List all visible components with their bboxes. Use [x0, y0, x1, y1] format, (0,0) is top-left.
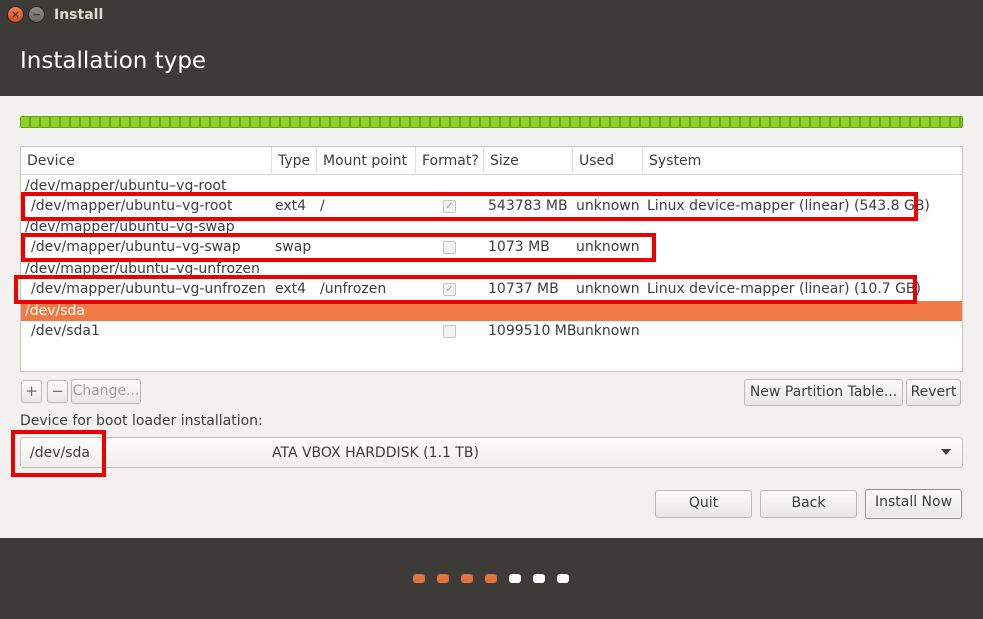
main-panel: Device Type Mount point Format? Size Use…: [0, 96, 983, 538]
disk-usage-bar: [20, 116, 963, 128]
table-row[interactable]: /dev/sda1 1099510 MB unknown: [21, 321, 962, 342]
change-partition-button[interactable]: Change...: [71, 379, 141, 404]
step-dot-complete: [413, 574, 425, 583]
cell-used: unknown: [576, 239, 640, 255]
cell-mount: /: [320, 198, 325, 214]
cell-used: unknown: [576, 281, 640, 297]
table-row[interactable]: /dev/mapper/ubuntu–vg-root ext4 / ✓ 5437…: [21, 196, 962, 217]
cell-device: /dev/sda1: [31, 323, 100, 339]
step-dot-complete: [485, 574, 497, 583]
step-dot-pending: [533, 574, 545, 583]
table-group-row-selected[interactable]: /dev/sda: [21, 301, 962, 321]
cell-type: swap: [275, 239, 312, 255]
partition-table: Device Type Mount point Format? Size Use…: [20, 146, 963, 372]
step-dot-complete: [461, 574, 473, 583]
cell-size: 1099510 MB: [488, 323, 577, 339]
page-header: Installation type: [0, 30, 983, 96]
column-header-type[interactable]: Type: [272, 147, 317, 175]
table-group-row[interactable]: /dev/mapper/ubuntu–vg-swap: [21, 217, 962, 237]
bootloader-device-select[interactable]: /dev/sda ATA VBOX HARDDISK (1.1 TB): [20, 437, 963, 468]
format-checkbox[interactable]: ✓: [443, 200, 456, 213]
step-dot-pending: [509, 574, 521, 583]
remove-partition-button[interactable]: −: [47, 380, 68, 403]
window-titlebar: × − Install: [0, 0, 983, 30]
cell-used: unknown: [576, 323, 640, 339]
cell-used: unknown: [576, 198, 640, 214]
window-title: Install: [54, 7, 104, 23]
chevron-down-icon: [941, 449, 951, 455]
cell-device: /dev/mapper/ubuntu–vg-swap: [31, 239, 241, 255]
format-checkbox[interactable]: ✓: [443, 283, 456, 296]
bootloader-device-description: ATA VBOX HARDDISK (1.1 TB): [272, 445, 479, 461]
minimize-icon[interactable]: −: [28, 6, 45, 23]
cell-type: ext4: [275, 198, 307, 214]
step-dot-complete: [437, 574, 449, 583]
new-partition-table-button[interactable]: New Partition Table...: [744, 379, 903, 406]
step-indicator-bar: [0, 538, 983, 619]
table-row[interactable]: /dev/mapper/ubuntu–vg-swap swap 1073 MB …: [21, 237, 962, 258]
add-partition-button[interactable]: +: [21, 380, 42, 403]
table-header: Device Type Mount point Format? Size Use…: [21, 147, 962, 175]
cell-system: Linux device-mapper (linear) (10.7 GB): [647, 281, 921, 297]
quit-button[interactable]: Quit: [655, 490, 752, 518]
format-checkbox[interactable]: [443, 325, 456, 338]
bootloader-label: Device for boot loader installation:: [20, 413, 263, 429]
table-row[interactable]: /dev/mapper/ubuntu–vg-unfrozen ext4 /unf…: [21, 279, 962, 300]
step-dot-pending: [557, 574, 569, 583]
column-header-device[interactable]: Device: [21, 147, 272, 175]
cell-system: Linux device-mapper (linear) (543.8 GB): [647, 198, 930, 214]
cell-size: 543783 MB: [488, 198, 568, 214]
table-group-row[interactable]: /dev/mapper/ubuntu–vg-unfrozen: [21, 259, 962, 279]
revert-button[interactable]: Revert: [906, 379, 961, 406]
cell-mount: /unfrozen: [320, 281, 387, 297]
cell-size: 10737 MB: [488, 281, 559, 297]
bootloader-device-value: /dev/sda: [30, 445, 90, 461]
cell-device: /dev/mapper/ubuntu–vg-root: [31, 198, 233, 214]
column-header-used[interactable]: Used: [573, 147, 643, 175]
format-checkbox[interactable]: [443, 241, 456, 254]
column-header-mount-point[interactable]: Mount point: [317, 147, 416, 175]
column-header-size[interactable]: Size: [484, 147, 573, 175]
table-group-row[interactable]: /dev/mapper/ubuntu–vg-root: [21, 176, 962, 196]
cell-device: /dev/mapper/ubuntu–vg-unfrozen: [31, 281, 266, 297]
column-header-format[interactable]: Format?: [416, 147, 484, 175]
cell-type: ext4: [275, 281, 307, 297]
install-now-button[interactable]: Install Now: [865, 489, 962, 519]
back-button[interactable]: Back: [760, 490, 857, 518]
close-icon[interactable]: ×: [7, 6, 24, 23]
page-title: Installation type: [20, 48, 207, 74]
column-header-system[interactable]: System: [643, 147, 962, 175]
cell-size: 1073 MB: [488, 239, 550, 255]
